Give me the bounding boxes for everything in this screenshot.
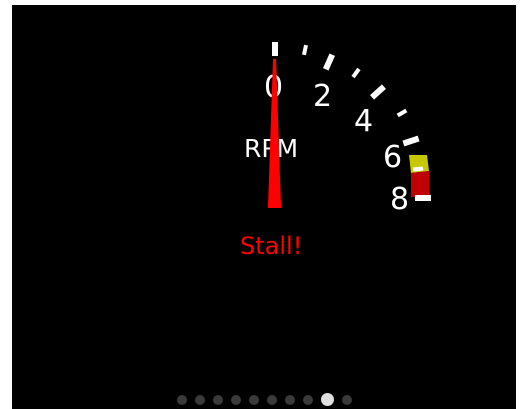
gauge-ticks — [272, 42, 431, 201]
tick-minor-1 — [302, 44, 308, 56]
tick-label-6: 6 — [383, 140, 402, 175]
page-dot[interactable] — [302, 394, 313, 405]
page-dot[interactable] — [284, 394, 295, 405]
tick-minor-5 — [396, 108, 408, 118]
tick-major-0 — [272, 42, 278, 56]
page-indicator — [12, 393, 516, 406]
page-dot[interactable] — [212, 394, 223, 405]
tick-major-8 — [415, 195, 431, 201]
page-dot[interactable] — [194, 394, 205, 405]
tick-major-4 — [370, 84, 386, 100]
tick-major-2 — [323, 53, 335, 71]
tick-major-6 — [402, 135, 420, 147]
page-dot[interactable] — [230, 394, 241, 405]
tick-label-2: 2 — [313, 79, 332, 114]
page-dot[interactable] — [266, 394, 277, 405]
screen: 0 2 4 6 8 RPM Stall! — [12, 5, 516, 409]
page-dot[interactable] — [248, 394, 259, 405]
tick-minor-3 — [351, 67, 361, 79]
redline-zone — [411, 171, 429, 197]
tick-label-4: 4 — [354, 104, 373, 139]
page-dot-active[interactable] — [320, 393, 334, 406]
status-text: Stall! — [240, 232, 302, 260]
tick-label-8: 8 — [390, 182, 409, 217]
page-dot[interactable] — [176, 394, 187, 405]
page-dot[interactable] — [341, 394, 352, 405]
tachometer-gauge: 0 2 4 6 8 RPM Stall! — [240, 42, 431, 260]
